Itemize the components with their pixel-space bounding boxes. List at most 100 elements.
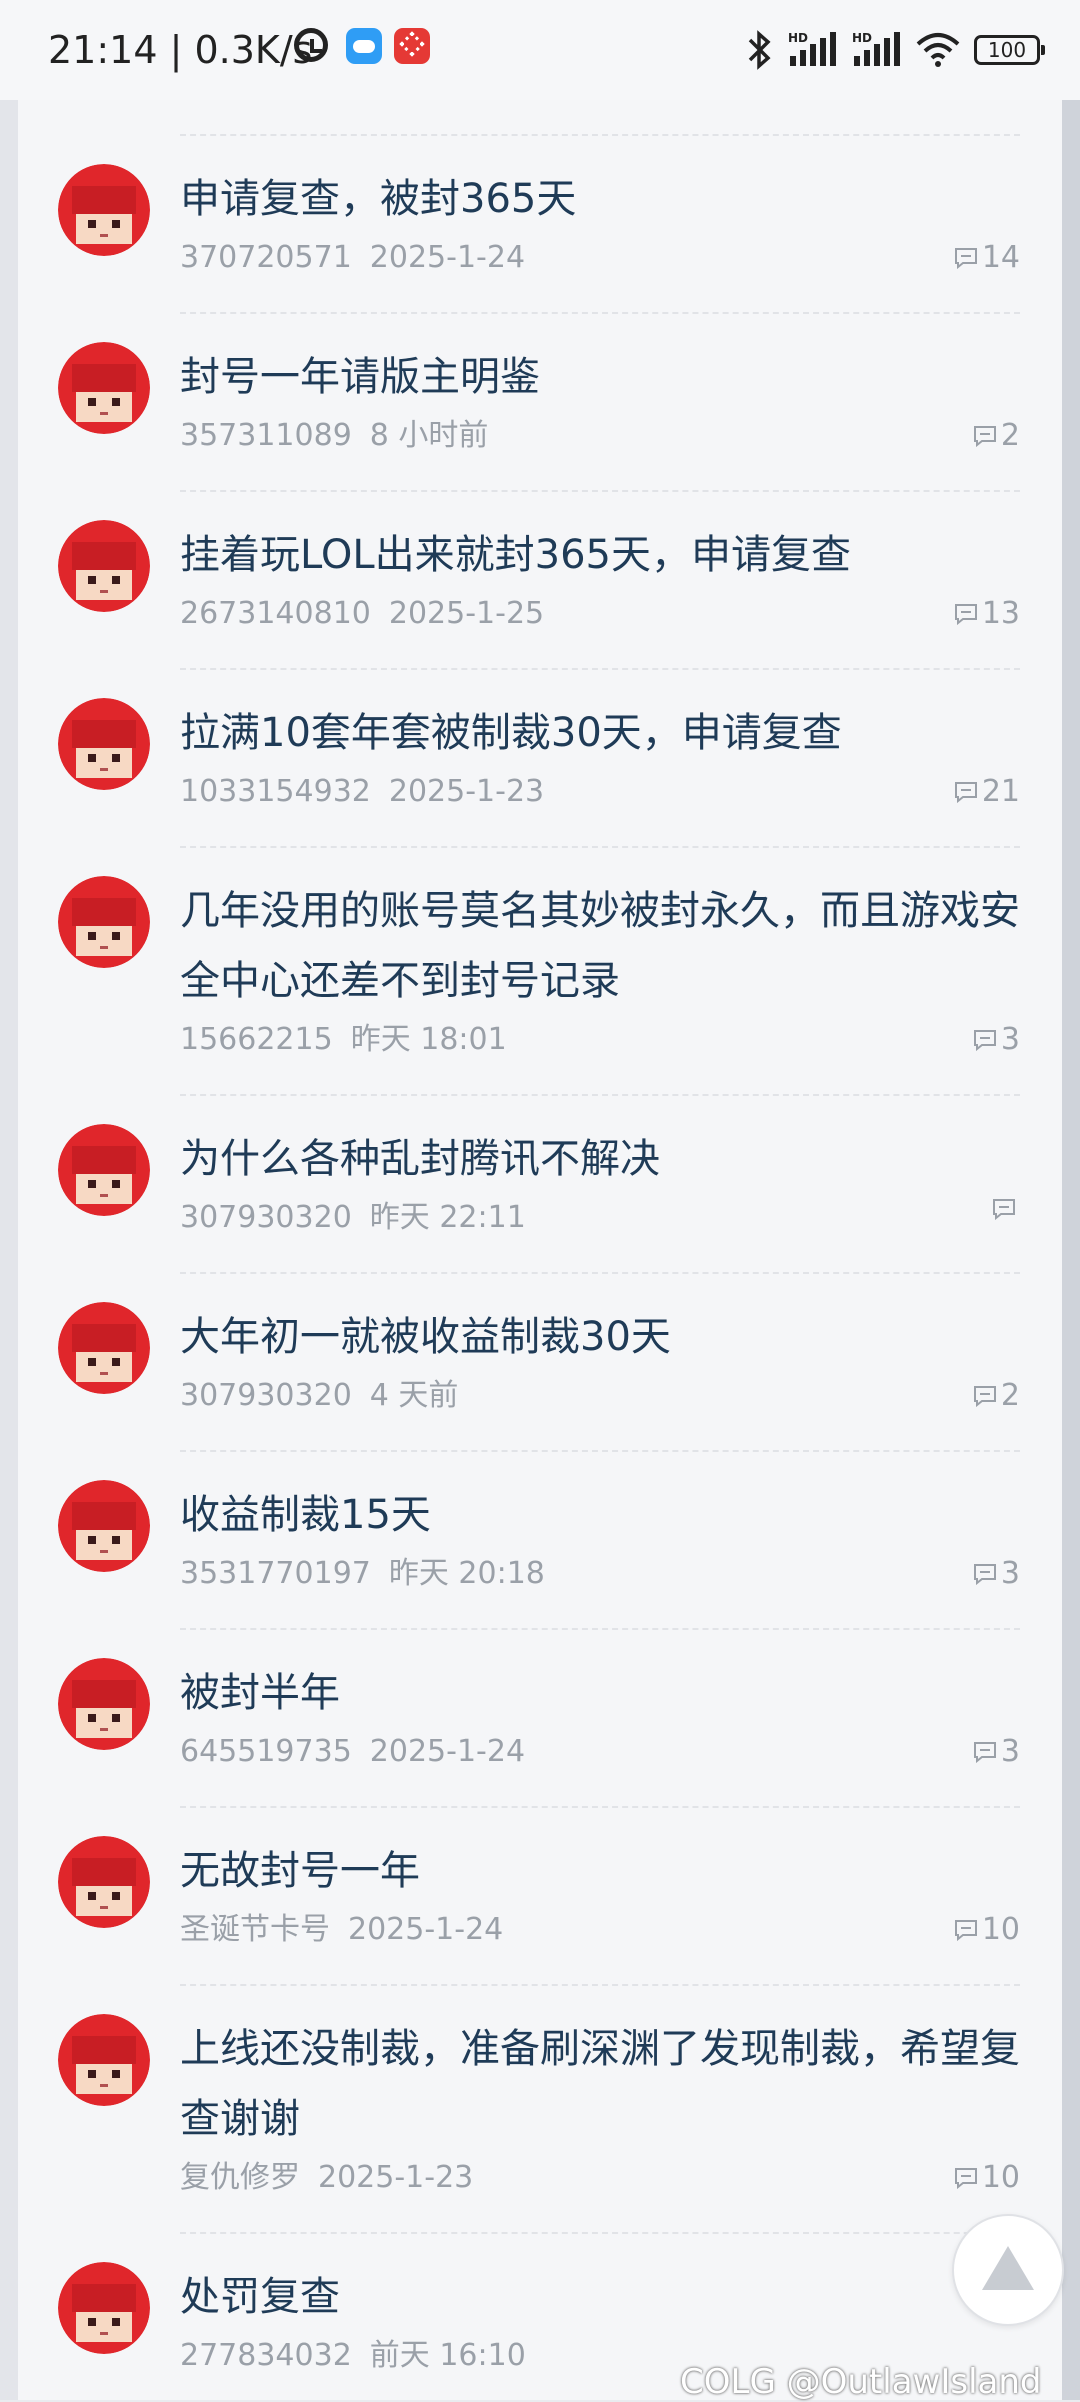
avatar[interactable]: [58, 520, 150, 612]
divider: [180, 1628, 1020, 1630]
avatar[interactable]: [58, 2262, 150, 2354]
post-author[interactable]: 3531770197: [180, 1556, 371, 1591]
comment-count-value: 10: [981, 2160, 1020, 2195]
post-list: 申请复查，被封365天 370720571 2025-1-24 14 封号一年请版…: [18, 100, 1062, 2400]
divider: [180, 1806, 1020, 1808]
status-bar: 21:14 | 0.3K/s HD HD 100: [0, 0, 1080, 100]
comment-icon: [973, 1386, 996, 1407]
post-meta: 307930320 昨天 22:11: [180, 1198, 526, 1238]
post-title[interactable]: 处罚复查: [180, 2262, 1040, 2332]
post-meta: 3531770197 昨天 20:18: [180, 1554, 545, 1594]
post-author[interactable]: 370720571: [180, 240, 352, 275]
divider: [180, 490, 1020, 492]
avatar[interactable]: [58, 698, 150, 790]
watermark: COLG @OutlawIsland: [680, 2362, 1042, 2402]
post-meta: 圣诞节卡号 2025-1-24: [180, 1910, 503, 1950]
post-meta: 645519735 2025-1-24: [180, 1732, 525, 1772]
comment-count: 3: [973, 1732, 1020, 1772]
comment-count-value: 2: [1000, 1378, 1020, 1413]
post-title[interactable]: 被封半年: [180, 1658, 1040, 1728]
post-time: 2025-1-24: [369, 1734, 526, 1769]
comment-count-value: 3: [1000, 1734, 1020, 1769]
avatar[interactable]: [58, 1302, 150, 1394]
post-author[interactable]: 1033154932: [180, 774, 371, 809]
post-title[interactable]: 收益制裁15天: [180, 1480, 1040, 1550]
post-title[interactable]: 无故封号一年: [180, 1836, 1040, 1906]
avatar[interactable]: [58, 876, 150, 968]
post-title[interactable]: 封号一年请版主明鉴: [180, 342, 1040, 412]
comment-count-value: 3: [1000, 1556, 1020, 1591]
comment-icon: [973, 1564, 996, 1585]
post-author[interactable]: 357311089: [180, 418, 352, 453]
svg-text:HD: HD: [852, 31, 872, 45]
post-meta: 370720571 2025-1-24: [180, 238, 525, 278]
post-meta: 307930320 4 天前: [180, 1376, 458, 1416]
comment-count: 14: [954, 238, 1020, 278]
post-meta: 15662215 昨天 18:01: [180, 1020, 507, 1060]
shop-app-icon: [394, 28, 430, 64]
avatar[interactable]: [58, 164, 150, 256]
post-title[interactable]: 几年没用的账号莫名其妙被封永久，而且游戏安全中心还差不到封号记录: [180, 876, 1040, 1016]
post-author[interactable]: 307930320: [180, 1378, 352, 1413]
watermark-logo: COLG: [680, 2362, 776, 2402]
avatar[interactable]: [58, 2014, 150, 2106]
post-meta: 复仇修罗 2025-1-23: [180, 2158, 473, 2198]
avatar[interactable]: [58, 1480, 150, 1572]
post-title[interactable]: 挂着玩LOL出来就封365天，申请复查: [180, 520, 1040, 590]
post-time: 2025-1-23: [388, 774, 545, 809]
divider: [180, 312, 1020, 314]
post-title[interactable]: 拉满10套年套被制裁30天，申请复查: [180, 698, 1040, 768]
wifi-icon: [916, 33, 960, 67]
divider: [180, 846, 1020, 848]
post-title[interactable]: 大年初一就被收益制裁30天: [180, 1302, 1040, 1372]
post-title[interactable]: 上线还没制裁，准备刷深渊了发现制裁，希望复查谢谢: [180, 2014, 1040, 2154]
divider: [180, 134, 1020, 136]
comment-icon: [954, 1920, 977, 1941]
comment-count: 13: [954, 594, 1020, 634]
divider: [180, 1450, 1020, 1452]
post-author[interactable]: 圣诞节卡号: [180, 1912, 330, 1947]
avatar[interactable]: [58, 1124, 150, 1216]
post-time: 2025-1-23: [318, 2160, 474, 2195]
divider: [180, 1094, 1020, 1096]
avatar[interactable]: [58, 1836, 150, 1928]
post-time: 8 小时前: [369, 418, 489, 453]
divider: [180, 1984, 1020, 1986]
post-time: 2025-1-24: [369, 240, 526, 275]
comment-count: 2: [973, 1376, 1020, 1416]
post-time: 2025-1-24: [348, 1912, 504, 1947]
watermark-text: @OutlawIsland: [786, 2362, 1042, 2402]
post-author[interactable]: 277834032: [180, 2338, 352, 2373]
scrollbar-track[interactable]: [1062, 100, 1080, 2400]
comment-count-value: 14: [981, 240, 1020, 275]
comment-count: 2: [973, 416, 1020, 456]
post-meta: 357311089 8 小时前: [180, 416, 488, 456]
post-time: 昨天 18:01: [350, 1022, 507, 1057]
avatar[interactable]: [58, 1658, 150, 1750]
post-meta: 277834032 前天 16:10: [180, 2336, 526, 2376]
comment-count-value: 10: [981, 1912, 1020, 1947]
comment-count-value: 21: [981, 774, 1020, 809]
divider: [180, 2232, 1020, 2234]
signal-hd-2-icon: HD: [852, 31, 900, 66]
divider: [180, 668, 1020, 670]
bluetooth-icon: [748, 30, 771, 70]
avatar[interactable]: [58, 342, 150, 434]
svg-text:HD: HD: [788, 31, 808, 45]
post-author[interactable]: 复仇修罗: [180, 2160, 300, 2195]
battery-icon: 100: [974, 35, 1045, 65]
status-time-speed: 21:14 | 0.3K/s: [48, 28, 313, 72]
post-title[interactable]: 为什么各种乱封腾讯不解决: [180, 1124, 1040, 1194]
post-time: 昨天 22:11: [369, 1200, 526, 1235]
comment-icon: [954, 248, 977, 269]
post-author[interactable]: 645519735: [180, 1734, 352, 1769]
post-author[interactable]: 15662215: [180, 1022, 333, 1057]
post-title[interactable]: 申请复查，被封365天: [180, 164, 1040, 234]
comment-icon: [954, 604, 977, 625]
scroll-to-top-button[interactable]: [952, 2214, 1064, 2326]
post-meta: 1033154932 2025-1-23: [180, 772, 544, 812]
post-author[interactable]: 2673140810: [180, 596, 371, 631]
post-author[interactable]: 307930320: [180, 1200, 352, 1235]
divider: [180, 1272, 1020, 1274]
post-meta: 2673140810 2025-1-25: [180, 594, 544, 634]
